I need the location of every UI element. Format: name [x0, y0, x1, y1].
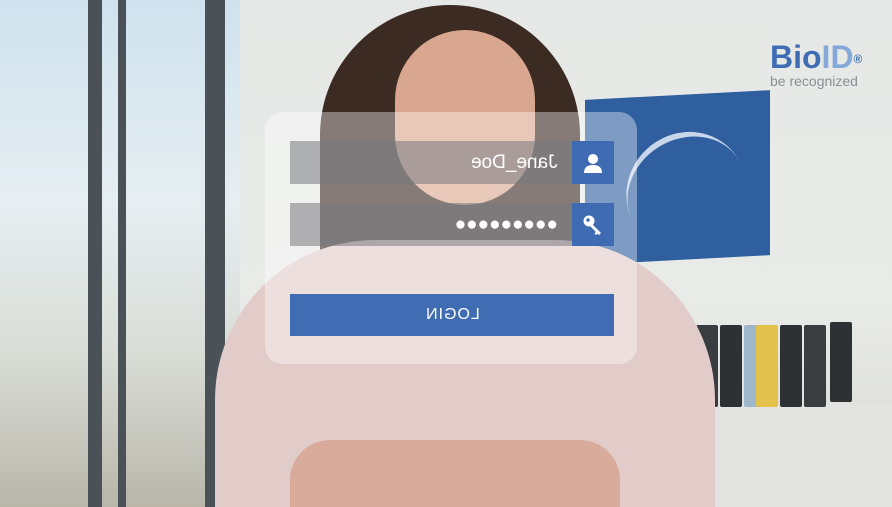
user-icon: [572, 141, 614, 184]
binder: [720, 325, 742, 407]
login-button[interactable]: LOGIN: [290, 294, 614, 336]
brand-name: BioID®: [770, 39, 863, 75]
person-hands: [290, 440, 620, 507]
binder: [756, 325, 778, 407]
username-field[interactable]: Jane_Doe: [290, 141, 614, 184]
binder: [780, 325, 802, 407]
key-icon: [572, 203, 614, 246]
bioid-logo: BioID® be recognized: [770, 40, 882, 88]
password-field[interactable]: ●●●●●●●●●: [290, 203, 614, 246]
login-label: LOGIN: [424, 306, 480, 323]
password-mask: ●●●●●●●●●: [454, 214, 558, 235]
username-value: Jane_Doe: [471, 152, 558, 173]
binder: [804, 325, 826, 407]
window-frame: [118, 0, 126, 507]
binder: [830, 322, 852, 402]
brand-tagline: be recognized: [770, 73, 858, 89]
window-frame: [88, 0, 102, 507]
